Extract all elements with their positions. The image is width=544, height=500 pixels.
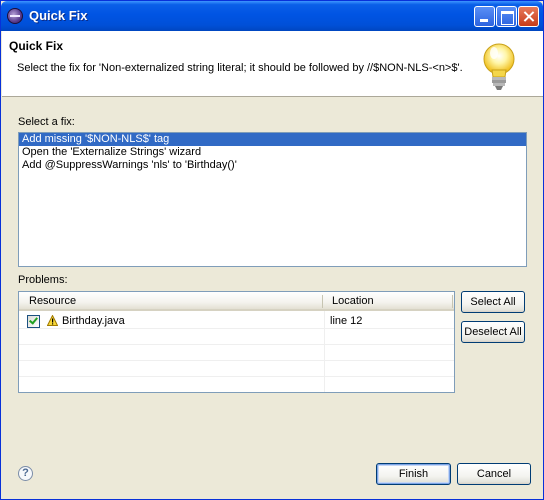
window-title: Quick Fix [29, 8, 88, 23]
problems-table-header: Resource Location [19, 292, 454, 311]
header-message: Select the fix for 'Non-externalized str… [17, 62, 463, 74]
lightbulb-icon [483, 43, 515, 90]
problems-label: Problems: [18, 274, 68, 286]
select-fix-label: Select a fix: [18, 116, 75, 128]
dialog-header: Quick Fix Select the fix for 'Non-extern… [2, 31, 543, 97]
finish-button[interactable]: Finish [376, 463, 451, 485]
column-separator[interactable] [452, 295, 453, 308]
table-row[interactable]: Birthday.java line 12 [19, 313, 454, 329]
table-row-empty [19, 377, 454, 392]
maximize-button[interactable] [496, 6, 517, 27]
column-header-resource[interactable]: Resource [29, 295, 76, 307]
table-row-empty [19, 329, 454, 345]
checkmark-icon [29, 315, 38, 325]
close-button[interactable] [518, 6, 539, 27]
fix-item[interactable]: Add missing '$NON-NLS$' tag [19, 133, 526, 146]
location-cell: line 12 [330, 315, 363, 327]
quick-fix-dialog: Quick Fix Quick Fix Select the fix for '… [0, 0, 544, 500]
fix-item[interactable]: Open the 'Externalize Strings' wizard [19, 146, 526, 159]
deselect-all-button[interactable]: Deselect All [461, 321, 525, 343]
header-title: Quick Fix [9, 39, 64, 53]
column-header-location[interactable]: Location [332, 295, 374, 307]
fix-item[interactable]: Add @SuppressWarnings 'nls' to 'Birthday… [19, 159, 526, 172]
select-all-button[interactable]: Select All [461, 291, 525, 313]
table-row-empty [19, 345, 454, 361]
column-separator[interactable] [322, 295, 323, 308]
minimize-button[interactable] [474, 6, 495, 27]
help-icon[interactable]: ? [18, 466, 33, 481]
eclipse-app-icon [7, 8, 23, 24]
problems-table[interactable]: Resource Location Birthday.java line 12 [18, 291, 455, 393]
cancel-button[interactable]: Cancel [457, 463, 531, 485]
warning-icon [47, 315, 58, 326]
fix-list[interactable]: Add missing '$NON-NLS$' tag Open the 'Ex… [18, 132, 527, 267]
title-bar[interactable]: Quick Fix [1, 1, 543, 31]
resource-cell: Birthday.java [62, 315, 125, 327]
table-row-empty [19, 361, 454, 377]
row-checkbox[interactable] [27, 315, 40, 328]
